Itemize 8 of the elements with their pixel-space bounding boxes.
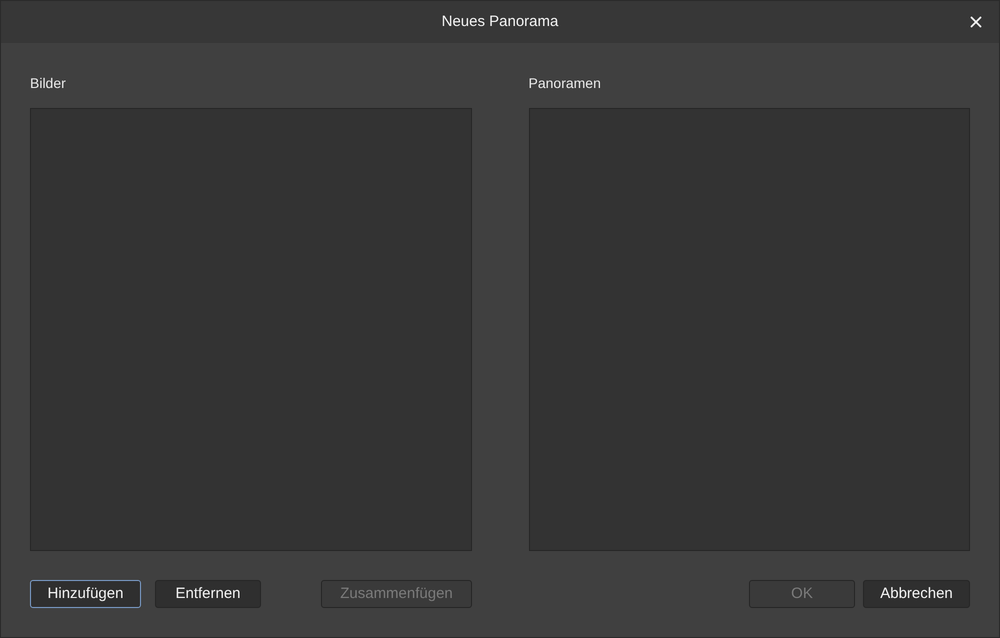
- dialog-button[interactable]: Abbrechen: [863, 580, 970, 608]
- list-label: Panoramen: [528, 74, 601, 93]
- list-label: Bilder: [30, 74, 66, 93]
- list-box[interactable]: [528, 108, 970, 551]
- dialog-button[interactable]: Entfernen: [155, 580, 261, 608]
- list-box[interactable]: [30, 108, 472, 551]
- dialog-button[interactable]: Hinzufügen: [30, 580, 141, 608]
- window-title: Neues Panorama: [442, 12, 558, 32]
